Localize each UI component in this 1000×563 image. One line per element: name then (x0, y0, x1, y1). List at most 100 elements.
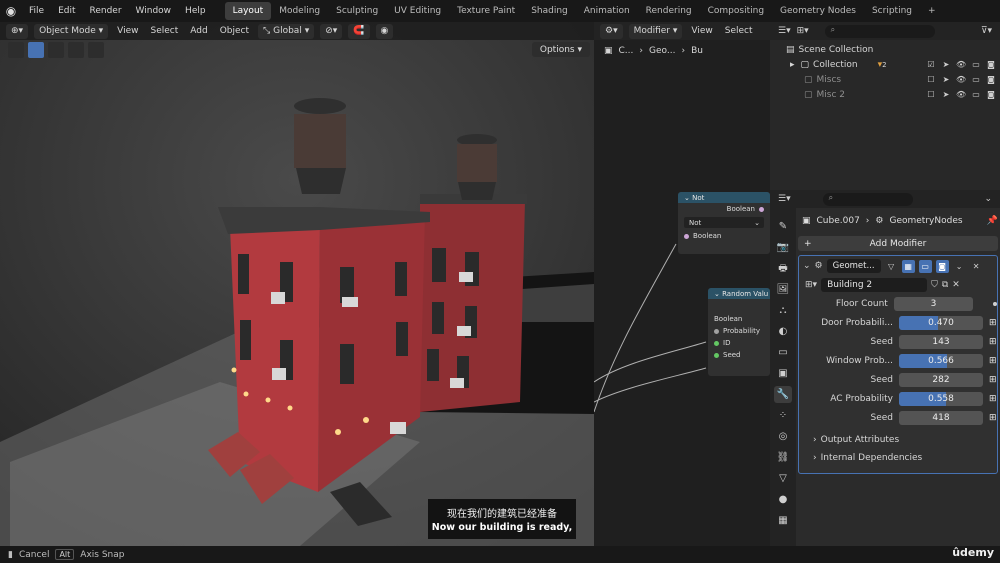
menu-file[interactable]: File (22, 6, 51, 16)
object-tab-icon[interactable]: ▣ (774, 365, 792, 382)
collapse-arrow-icon[interactable]: ⌄ (803, 261, 811, 271)
particles-tab-icon[interactable]: ⁘ (774, 407, 792, 424)
window-seed-field[interactable]: 282 (899, 372, 983, 387)
input-attribute-toggle-icon[interactable]: ⊞ (989, 394, 997, 404)
select-arrow-icon[interactable]: ➤ (941, 75, 951, 84)
monitor-icon[interactable]: ▭ (971, 90, 981, 99)
tab-layout[interactable]: Layout (224, 2, 272, 20)
material-tab-icon[interactable]: ● (774, 491, 792, 508)
display-mode-icon[interactable]: ⊞▾ (797, 26, 809, 36)
random-value-node[interactable]: ⌄ Random Valu Boolean Probability ID See… (708, 288, 770, 376)
checkbox-icon[interactable]: ☐ (926, 75, 936, 84)
outliner-row-collection[interactable]: ▸ ▢ Collection ▾ 2 ☑ ➤ 👁 ▭ ◙ (770, 57, 1000, 72)
input-socket-icon[interactable] (714, 328, 719, 334)
unlink-icon[interactable]: ✕ (952, 280, 960, 290)
orientation-dropdown[interactable]: ⤡ Global ▾ (258, 23, 315, 39)
physics-tab-icon[interactable]: ◎ (774, 428, 792, 445)
output-socket-icon[interactable] (759, 206, 764, 212)
eye-icon[interactable]: 👁 (956, 75, 966, 84)
modifier-wrench-icon[interactable]: 🔧 (774, 386, 792, 403)
outliner-search-input[interactable]: ⌕ (824, 24, 935, 38)
input-attribute-toggle-icon[interactable]: ⊞ (989, 375, 997, 385)
eye-icon[interactable]: 👁 (956, 90, 966, 99)
window-probability-slider[interactable]: 0.566 (899, 353, 983, 368)
input-socket-icon[interactable] (714, 340, 719, 346)
collection-tab-icon[interactable]: ▭ (774, 344, 792, 361)
output-attributes-panel[interactable]: › Output Attributes (799, 431, 997, 449)
input-attribute-toggle-icon[interactable]: ⊞ (989, 318, 997, 328)
input-socket-icon[interactable] (684, 233, 689, 239)
select-subtract-icon[interactable] (68, 42, 84, 58)
monitor-icon[interactable]: ▭ (971, 75, 981, 84)
viewport-menu-add[interactable]: Add (187, 26, 210, 36)
proportional-edit-icon[interactable]: ◉ (375, 23, 394, 39)
floor-count-field[interactable]: 3 (893, 296, 974, 311)
add-workspace-button[interactable]: + (920, 2, 944, 20)
properties-type-icon[interactable]: ☰▾ (778, 194, 791, 204)
node-tree-icon[interactable]: ⊞▾ (805, 280, 817, 290)
monitor-icon[interactable]: ▭ (971, 60, 981, 69)
scene-collection-row[interactable]: ▤ Scene Collection (770, 42, 1000, 57)
texture-tab-icon[interactable]: ▦ (774, 512, 792, 529)
not-node[interactable]: ⌄ Not Boolean Not ⌄ Boolean (678, 192, 770, 254)
tab-scripting[interactable]: Scripting (864, 2, 920, 20)
duplicate-icon[interactable]: ⧉ (942, 280, 948, 290)
tool-tab-icon[interactable]: ✎ (774, 218, 792, 235)
cage-toggle-icon[interactable]: ▦ (901, 259, 915, 273)
not-operation-dropdown[interactable]: Not ⌄ (684, 217, 764, 228)
edit-mode-toggle-icon[interactable]: ▽ (885, 260, 898, 273)
ac-seed-field[interactable]: 418 (899, 410, 983, 425)
ac-probability-slider[interactable]: 0.558 (899, 391, 983, 406)
blender-logo-icon[interactable]: ◉ (0, 0, 22, 22)
checkbox-icon[interactable]: ☐ (926, 90, 936, 99)
menu-edit[interactable]: Edit (51, 6, 82, 16)
keyframe-dot-icon[interactable] (993, 301, 997, 306)
world-tab-icon[interactable]: ◐ (774, 323, 792, 340)
tab-compositing[interactable]: Compositing (700, 2, 772, 20)
menu-help[interactable]: Help (178, 6, 213, 16)
select-invert-icon[interactable] (88, 42, 104, 58)
camera-icon[interactable]: ◙ (986, 60, 996, 69)
input-attribute-toggle-icon[interactable]: ⊞ (989, 356, 997, 366)
data-tab-icon[interactable]: ▽ (774, 470, 792, 487)
menu-window[interactable]: Window (129, 6, 179, 16)
node-editor[interactable]: ⚙▾ Modifier ▾ View Select ▣ C... › Geo..… (594, 22, 770, 546)
properties-search-input[interactable]: ⌕ (822, 192, 913, 206)
editor-type-button[interactable]: ⊕▾ (6, 23, 29, 39)
chevron-down-icon[interactable]: ⌄ (984, 194, 1000, 204)
tab-texture-paint[interactable]: Texture Paint (449, 2, 523, 20)
tab-sculpting[interactable]: Sculpting (328, 2, 386, 20)
camera-icon[interactable]: ◙ (986, 90, 996, 99)
tab-modeling[interactable]: Modeling (271, 2, 328, 20)
fake-user-icon[interactable]: ⛉ (931, 280, 938, 290)
select-arrow-icon[interactable]: ➤ (941, 60, 951, 69)
render-tab-icon[interactable]: 📷 (774, 239, 792, 256)
outliner-row-miscs[interactable]: ▢ Miscs ☐ ➤ 👁 ▭ ◙ (770, 72, 1000, 87)
door-seed-field[interactable]: 143 (899, 334, 983, 349)
snap-icon[interactable]: 🧲 (348, 23, 370, 39)
not-node-title[interactable]: ⌄ Not (678, 192, 770, 203)
viewport-toggle-icon[interactable]: ▭ (918, 259, 932, 273)
random-node-title[interactable]: ⌄ Random Valu (708, 288, 770, 299)
outliner-row-misc2[interactable]: ▢ Misc 2 ☐ ➤ 👁 ▭ ◙ (770, 87, 1000, 102)
tab-rendering[interactable]: Rendering (638, 2, 700, 20)
input-socket-icon[interactable] (714, 352, 719, 358)
tab-uv-editing[interactable]: UV Editing (386, 2, 449, 20)
viewport-menu-object[interactable]: Object (217, 26, 252, 36)
output-tab-icon[interactable]: 🖶 (774, 260, 792, 277)
camera-icon[interactable]: ◙ (986, 75, 996, 84)
filter-icon[interactable]: ⊽▾ (981, 26, 1000, 36)
modifier-name-field[interactable]: Geomet... (826, 259, 881, 273)
mode-dropdown[interactable]: Object Mode ▾ (34, 23, 109, 39)
door-probability-slider[interactable]: 0.470 (899, 315, 983, 330)
add-modifier-button[interactable]: + Add Modifier (798, 236, 998, 251)
node-group-field[interactable]: Building 2 (821, 278, 928, 292)
expand-arrow-icon[interactable]: ▸ (790, 60, 795, 70)
input-attribute-toggle-icon[interactable]: ⊞ (989, 337, 997, 347)
tool-select-icon[interactable] (8, 42, 24, 58)
close-icon[interactable]: ✕ (970, 260, 983, 273)
select-new-icon[interactable] (28, 42, 44, 58)
tab-animation[interactable]: Animation (576, 2, 638, 20)
tab-shading[interactable]: Shading (523, 2, 576, 20)
3d-viewport[interactable]: ⊕▾ Object Mode ▾ View Select Add Object … (0, 22, 594, 546)
